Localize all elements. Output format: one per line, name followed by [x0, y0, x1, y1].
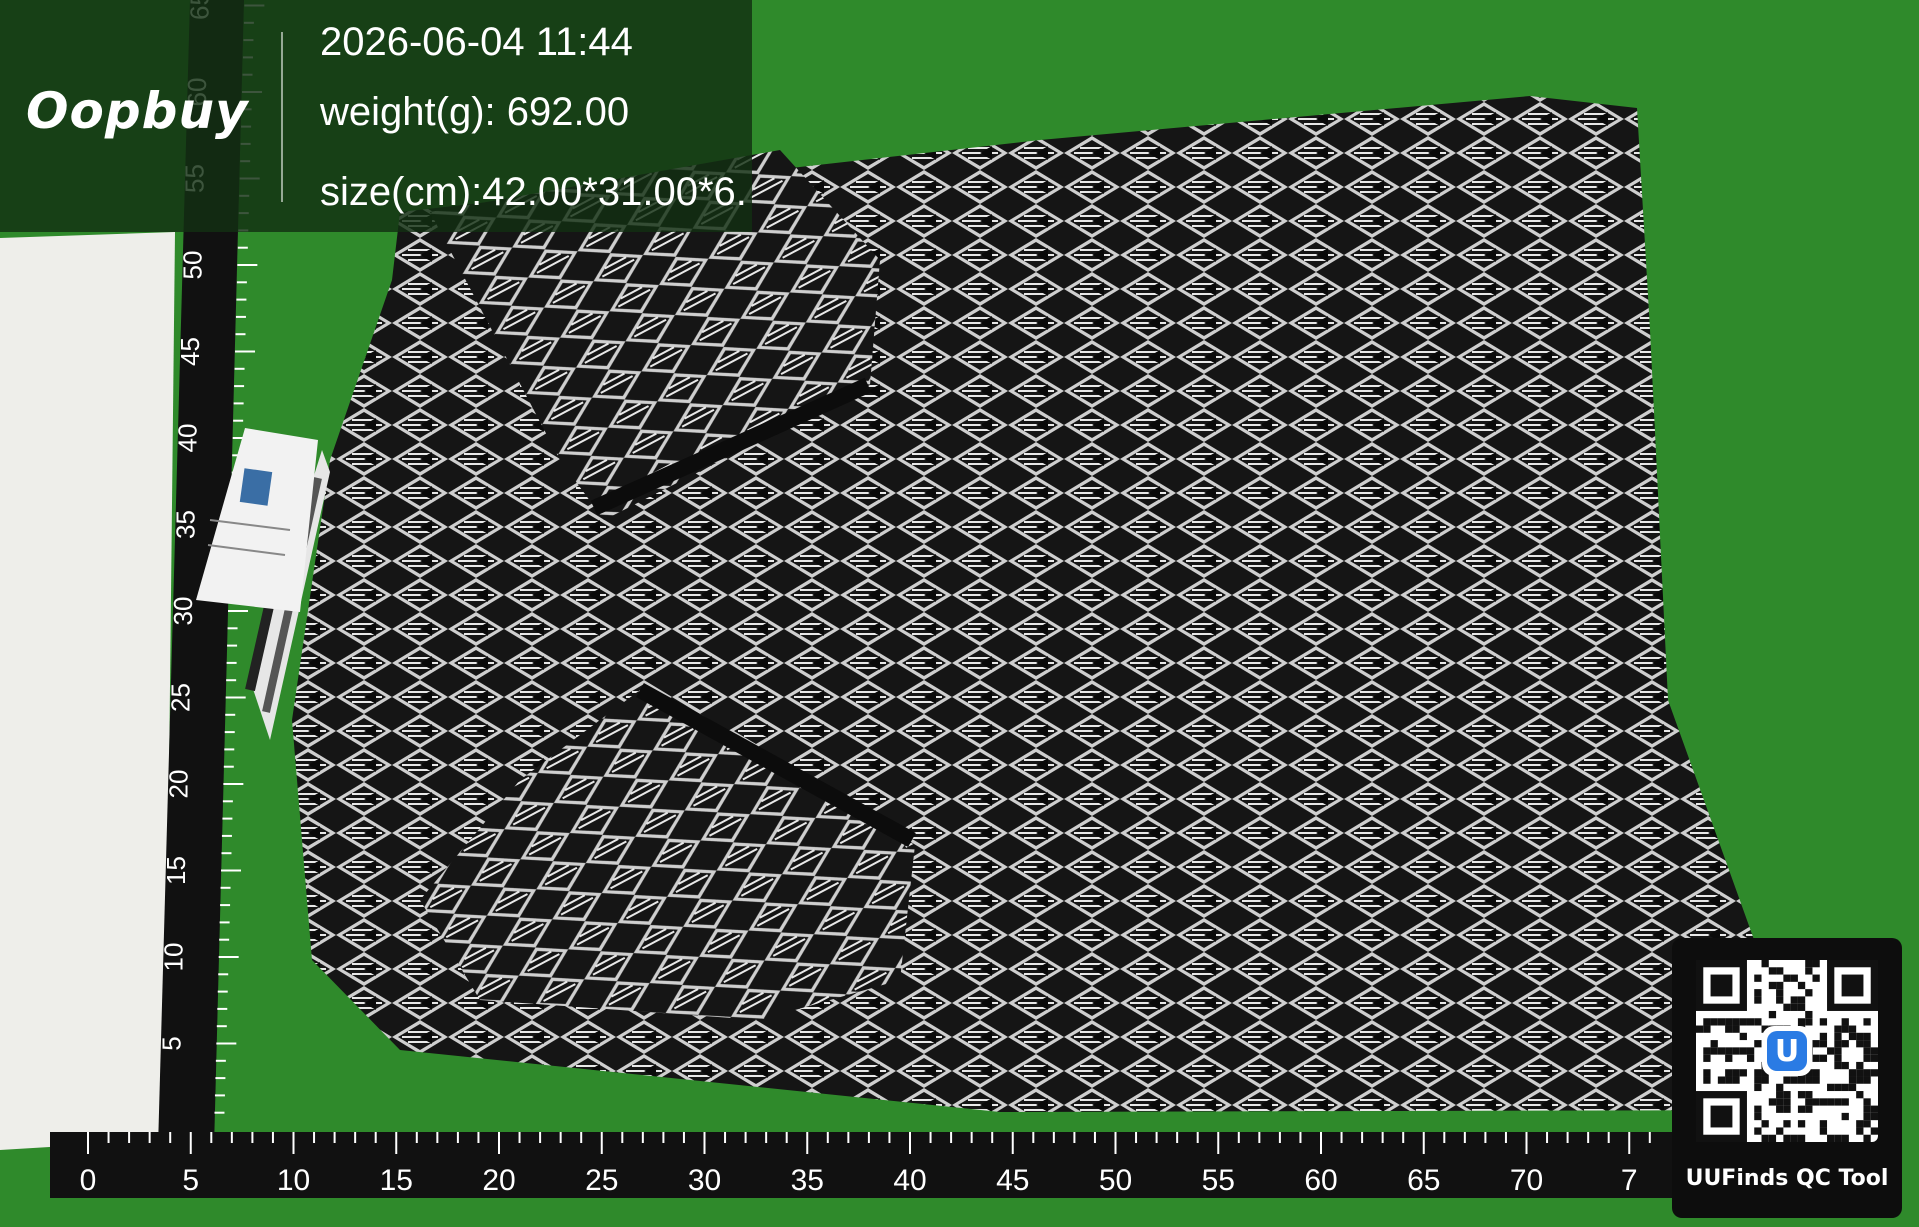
- ruler-label: 0: [80, 1164, 97, 1197]
- size-text: size(cm):42.00*31.00*6.: [320, 170, 747, 214]
- ruler-label: 30: [688, 1164, 721, 1197]
- ruler-label: 7: [1621, 1164, 1638, 1197]
- qr-center-logo: U: [1775, 1034, 1799, 1069]
- qr-tool-label: UUFinds QC Tool: [1685, 1166, 1889, 1191]
- ruler-label: 50: [177, 251, 207, 280]
- ruler-label: 35: [791, 1164, 824, 1197]
- ruler-label: 40: [893, 1164, 926, 1197]
- ruler-label: 15: [380, 1164, 413, 1197]
- ruler-label: 40: [173, 424, 203, 453]
- ruler-label: 25: [166, 683, 196, 712]
- timestamp-text: 2026-06-04 11:44: [320, 20, 633, 64]
- ruler-label: 20: [482, 1164, 515, 1197]
- ruler-label: 10: [159, 943, 189, 972]
- white-board: [0, 232, 175, 1150]
- ruler-label: 5: [182, 1164, 199, 1197]
- ruler-label: 35: [170, 510, 200, 539]
- ruler-label: 60: [1304, 1164, 1337, 1197]
- brand-logo: Oopbuy: [26, 82, 249, 140]
- ruler-label: 70: [1510, 1164, 1543, 1197]
- overlay-divider: [281, 32, 283, 202]
- weight-text: weight(g): 692.00: [320, 90, 630, 134]
- ruler-label: 55: [1202, 1164, 1235, 1197]
- ruler-label: 15: [161, 856, 191, 885]
- ruler-label: 30: [168, 597, 198, 626]
- ruler-label: 25: [585, 1164, 618, 1197]
- ruler-label: 5: [156, 1036, 186, 1050]
- ruler-label: 65: [1407, 1164, 1440, 1197]
- qr-card: U UUFinds QC Tool: [1672, 938, 1902, 1218]
- ruler-label: 10: [277, 1164, 310, 1197]
- qr-code-icon: U: [1696, 960, 1878, 1142]
- ruler-label: 45: [175, 337, 205, 366]
- ruler-label: 20: [163, 770, 193, 799]
- ruler-label: 45: [996, 1164, 1029, 1197]
- ruler-label: 50: [1099, 1164, 1132, 1197]
- info-overlay: Oopbuy 2026-06-04 11:44 weight(g): 692.0…: [0, 0, 752, 232]
